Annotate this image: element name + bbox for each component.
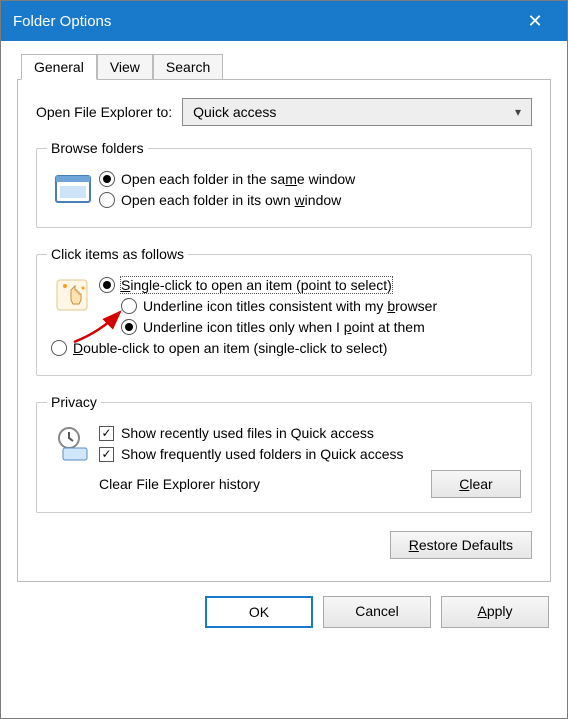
- check-frequent-folders[interactable]: Show frequently used folders in Quick ac…: [99, 446, 521, 462]
- privacy-legend: Privacy: [47, 394, 101, 410]
- open-to-dropdown[interactable]: Quick access ▾: [182, 98, 532, 126]
- close-icon[interactable]: ✕: [515, 11, 555, 32]
- checkbox-icon: [99, 426, 114, 441]
- tab-general[interactable]: General: [21, 54, 97, 80]
- clear-history-label: Clear File Explorer history: [99, 476, 431, 492]
- radio-icon: [121, 298, 137, 314]
- radio-single-click[interactable]: Single-click to open an item (point to s…: [99, 277, 521, 293]
- radio-icon: [99, 171, 115, 187]
- tab-view[interactable]: View: [97, 54, 153, 80]
- history-icon: [53, 424, 93, 464]
- folder-window-icon: [53, 170, 93, 210]
- open-to-value: Quick access: [193, 104, 276, 120]
- radio-underline-browser[interactable]: Underline icon titles consistent with my…: [121, 298, 521, 314]
- radio-same-window[interactable]: Open each folder in the same window: [99, 171, 521, 187]
- radio-icon: [121, 319, 137, 335]
- open-to-label: Open File Explorer to:: [36, 104, 172, 120]
- radio-icon: [99, 192, 115, 208]
- restore-defaults-button[interactable]: Restore Defaults: [390, 531, 532, 559]
- radio-icon: [51, 340, 67, 356]
- browse-folders-group: Browse folders Open each folder in the s…: [36, 140, 532, 228]
- apply-button[interactable]: Apply: [441, 596, 549, 628]
- ok-button[interactable]: OK: [205, 596, 313, 628]
- click-items-group: Click items as follows Single-click to o…: [36, 246, 532, 376]
- radio-underline-point[interactable]: Underline icon titles only when I point …: [121, 319, 521, 335]
- clear-button[interactable]: Clear: [431, 470, 521, 498]
- check-label: Show frequently used folders in Quick ac…: [121, 446, 403, 462]
- privacy-group: Privacy Show recently used files in Quic…: [36, 394, 532, 513]
- radio-double-click[interactable]: Double-click to open an item (single-cli…: [51, 340, 521, 356]
- check-recent-files[interactable]: Show recently used files in Quick access: [99, 425, 521, 441]
- hand-click-icon: [53, 276, 93, 316]
- dialog-content: General View Search Open File Explorer t…: [1, 41, 567, 582]
- cancel-button[interactable]: Cancel: [323, 596, 431, 628]
- tab-search[interactable]: Search: [153, 54, 223, 80]
- chevron-down-icon: ▾: [515, 105, 521, 119]
- checkbox-icon: [99, 447, 114, 462]
- browse-legend: Browse folders: [47, 140, 148, 156]
- tab-bar: General View Search: [17, 53, 551, 79]
- click-legend: Click items as follows: [47, 246, 188, 262]
- title-bar: Folder Options ✕: [1, 1, 567, 41]
- radio-icon: [99, 277, 115, 293]
- open-to-row: Open File Explorer to: Quick access ▾: [36, 98, 532, 126]
- tab-panel-general: Open File Explorer to: Quick access ▾ Br…: [17, 79, 551, 582]
- radio-own-window[interactable]: Open each folder in its own window: [99, 192, 521, 208]
- check-label: Show recently used files in Quick access: [121, 425, 374, 441]
- window-title: Folder Options: [13, 13, 515, 30]
- dialog-footer: OK Cancel Apply: [1, 582, 567, 646]
